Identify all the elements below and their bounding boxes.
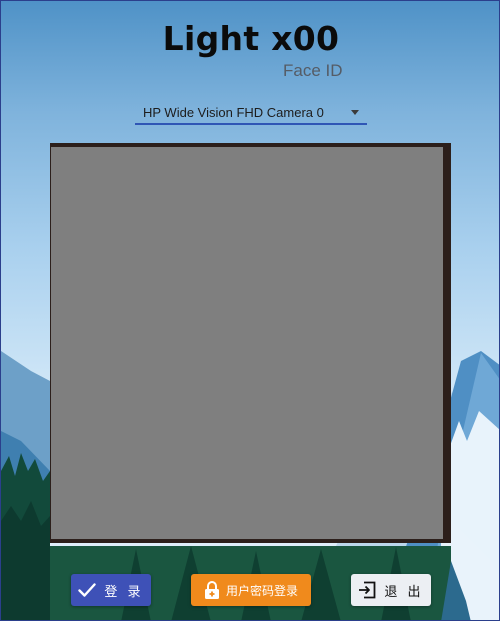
face-id-window: Light x00 Face ID HP Wide Vision FHD Cam… xyxy=(0,0,500,621)
exit-button-label: 退 出 xyxy=(384,584,424,600)
login-button[interactable]: 登 录 xyxy=(71,574,151,606)
password-login-button-label: 用户密码登录 xyxy=(225,583,298,598)
camera-select-value: HP Wide Vision FHD Camera 0 xyxy=(143,105,324,120)
exit-button[interactable]: 退 出 xyxy=(351,574,431,606)
check-icon xyxy=(78,583,97,597)
password-login-button[interactable]: 用户密码登录 xyxy=(191,574,311,606)
app-title: Light x00 xyxy=(162,19,340,58)
camera-feed xyxy=(51,147,443,539)
caret-down-icon xyxy=(351,110,359,115)
lock-icon xyxy=(204,580,220,600)
camera-preview xyxy=(50,143,451,543)
login-button-label: 登 录 xyxy=(104,584,144,600)
camera-select[interactable]: HP Wide Vision FHD Camera 0 xyxy=(135,101,367,125)
exit-icon xyxy=(358,581,376,599)
app-subtitle: Face ID xyxy=(283,61,343,80)
